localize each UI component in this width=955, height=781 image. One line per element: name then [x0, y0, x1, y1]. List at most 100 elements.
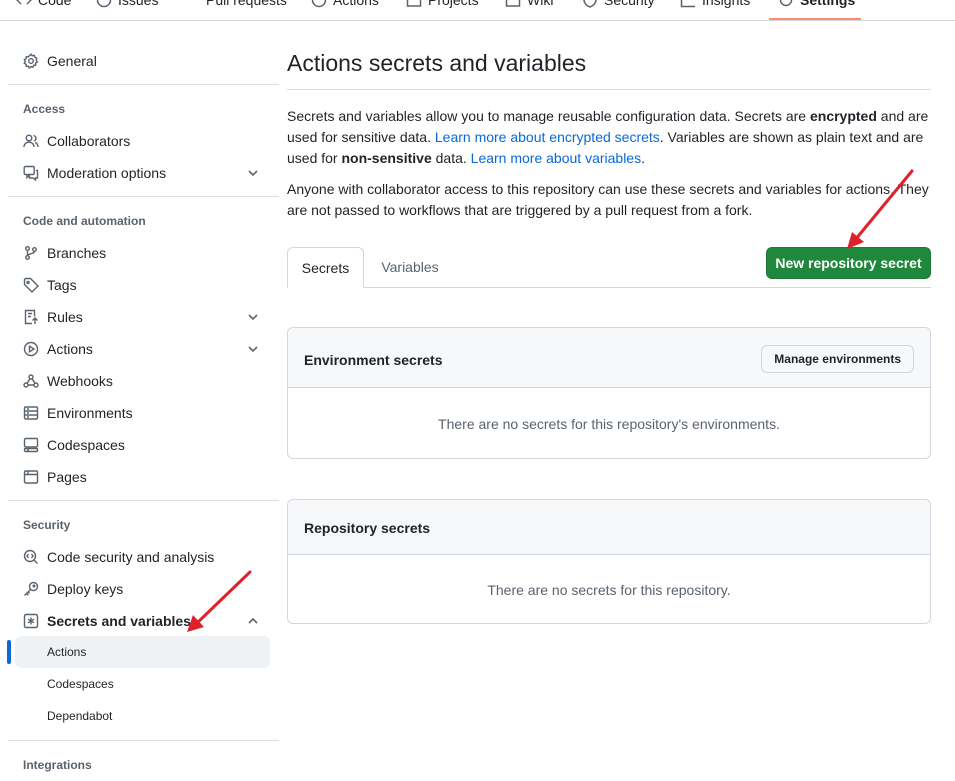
sidebar-item-moderation[interactable]: Moderation options [15, 158, 270, 188]
chevron-down-icon[interactable] [246, 342, 260, 356]
tab-pull-requests-label: Pull requests [206, 0, 287, 8]
divider [8, 196, 279, 197]
desc-text: data. [431, 150, 471, 166]
sidebar-item-codespaces[interactable]: Codespaces [15, 430, 270, 460]
chevron-down-icon[interactable] [246, 310, 260, 324]
environment-secrets-title: Environment secrets [304, 352, 443, 368]
pull-request-icon [184, 0, 200, 8]
manage-environments-button[interactable]: Manage environments [761, 345, 914, 373]
tab-secrets[interactable]: Secrets [287, 247, 364, 288]
tab-pull-requests[interactable]: Pull requests [184, 0, 287, 12]
tab-issues-label: Issues [118, 0, 159, 8]
tab-actions-label: Actions [333, 0, 379, 8]
play-icon [311, 0, 327, 8]
sidebar-item-pages[interactable]: Pages [15, 462, 270, 492]
sidebar-item-webhooks-label: Webhooks [47, 373, 113, 389]
divider [8, 84, 279, 85]
sidebar-item-secrets-variables-label: Secrets and variables [47, 613, 191, 629]
people-icon [23, 133, 39, 149]
gear-icon [23, 53, 39, 69]
branch-icon [23, 245, 39, 261]
chevron-up-icon[interactable] [246, 614, 260, 628]
sidebar-item-codespaces-label: Codespaces [47, 437, 125, 453]
issue-icon [96, 0, 112, 8]
book-icon [505, 0, 521, 7]
sidebar-subitem-dependabot-label: Dependabot [47, 709, 113, 723]
divider [8, 500, 279, 501]
sidebar-item-general-label: General [47, 53, 97, 69]
environment-secrets-box: Environment secrets Manage environments … [287, 327, 931, 459]
page-title: Actions secrets and variables [287, 50, 587, 76]
settings-sidebar: General Access Collaborators Moderation … [0, 20, 290, 781]
sidebar-item-moderation-label: Moderation options [47, 165, 167, 181]
title-divider [287, 89, 931, 90]
repository-secrets-empty: There are no secrets for this repository… [487, 582, 731, 598]
tab-security[interactable]: Security [582, 0, 655, 12]
description-secrets-variables: Secrets and variables allow you to manag… [287, 106, 931, 169]
sidebar-item-environments[interactable]: Environments [15, 398, 270, 428]
tab-wiki-label: Wiki [527, 0, 554, 8]
sidebar-subitem-actions-label: Actions [47, 645, 87, 659]
key-icon [23, 581, 39, 597]
tab-settings[interactable]: Settings [778, 0, 855, 12]
environment-secrets-empty: There are no secrets for this repository… [438, 416, 780, 432]
webhook-icon [23, 373, 39, 389]
tab-insights[interactable]: Insights [680, 0, 750, 12]
environment-secrets-header: Environment secrets Manage environments [288, 328, 930, 388]
sidebar-item-rules[interactable]: Rules [15, 302, 270, 332]
tab-issues[interactable]: Issues [96, 0, 158, 12]
code-icon [16, 0, 32, 5]
sidebar-subitem-codespaces[interactable]: Codespaces [15, 668, 270, 700]
new-repository-secret-button[interactable]: New repository secret [766, 247, 931, 279]
description-access: Anyone with collaborator access to this … [287, 181, 929, 218]
sidebar-item-collaborators[interactable]: Collaborators [15, 126, 270, 156]
sidebar-item-deploy-keys-label: Deploy keys [47, 581, 124, 597]
server-icon [23, 405, 39, 421]
sidebar-subitem-codespaces-label: Codespaces [47, 677, 114, 691]
tab-code[interactable]: Code [16, 0, 71, 12]
sidebar-item-webhooks[interactable]: Webhooks [15, 366, 270, 396]
sidebar-item-tags[interactable]: Tags [15, 270, 270, 300]
tab-wiki[interactable]: Wiki [505, 0, 553, 12]
repository-secrets-header: Repository secrets [288, 500, 930, 555]
sidebar-item-general[interactable]: General [15, 46, 270, 76]
sidebar-item-deploy-keys[interactable]: Deploy keys [15, 574, 270, 604]
repository-secrets-box: Repository secrets There are no secrets … [287, 499, 931, 624]
tag-icon [23, 277, 39, 293]
sidebar-item-branches-label: Branches [47, 245, 107, 261]
sidebar-item-branches[interactable]: Branches [15, 238, 270, 268]
sidebar-item-code-security-label: Code security and analysis [47, 549, 215, 565]
section-heading-security: Security [23, 518, 71, 532]
repo-push-icon [23, 309, 39, 325]
sidebar-item-secrets-variables[interactable]: Secrets and variables [15, 606, 270, 636]
codescan-icon [23, 549, 39, 565]
repo-nav: Code Issues Pull requests Actions Projec… [0, 0, 955, 21]
divider [8, 740, 279, 741]
chevron-down-icon[interactable] [246, 166, 260, 180]
desc-emphasis-non-sensitive: non-sensitive [341, 150, 432, 166]
sidebar-item-actions[interactable]: Actions [15, 334, 270, 364]
asterisk-icon [23, 613, 39, 629]
learn-more-variables-link[interactable]: Learn more about variables [471, 150, 641, 166]
selected-tab-underline [769, 18, 861, 20]
active-indicator [7, 640, 11, 664]
sidebar-subitem-actions[interactable]: Actions [15, 636, 270, 668]
tab-actions[interactable]: Actions [311, 0, 379, 12]
tab-settings-label: Settings [800, 0, 856, 8]
table-icon [406, 0, 422, 7]
tab-variables[interactable]: Variables [367, 247, 453, 287]
tab-projects[interactable]: Projects [406, 0, 479, 12]
learn-more-secrets-link[interactable]: Learn more about encrypted secrets [435, 129, 660, 145]
sidebar-item-pages-label: Pages [47, 469, 87, 485]
sidebar-item-code-security[interactable]: Code security and analysis [15, 542, 270, 572]
section-heading-integrations: Integrations [23, 758, 92, 772]
tab-security-label: Security [604, 0, 655, 8]
browser-icon [23, 469, 39, 485]
repository-secrets-title: Repository secrets [304, 520, 431, 536]
sidebar-item-environments-label: Environments [47, 405, 133, 421]
gear-icon [779, 0, 793, 7]
sidebar-subitem-dependabot[interactable]: Dependabot [15, 700, 270, 732]
tab-projects-label: Projects [428, 0, 479, 8]
sidebar-item-rules-label: Rules [47, 309, 83, 325]
graph-icon [680, 0, 695, 8]
